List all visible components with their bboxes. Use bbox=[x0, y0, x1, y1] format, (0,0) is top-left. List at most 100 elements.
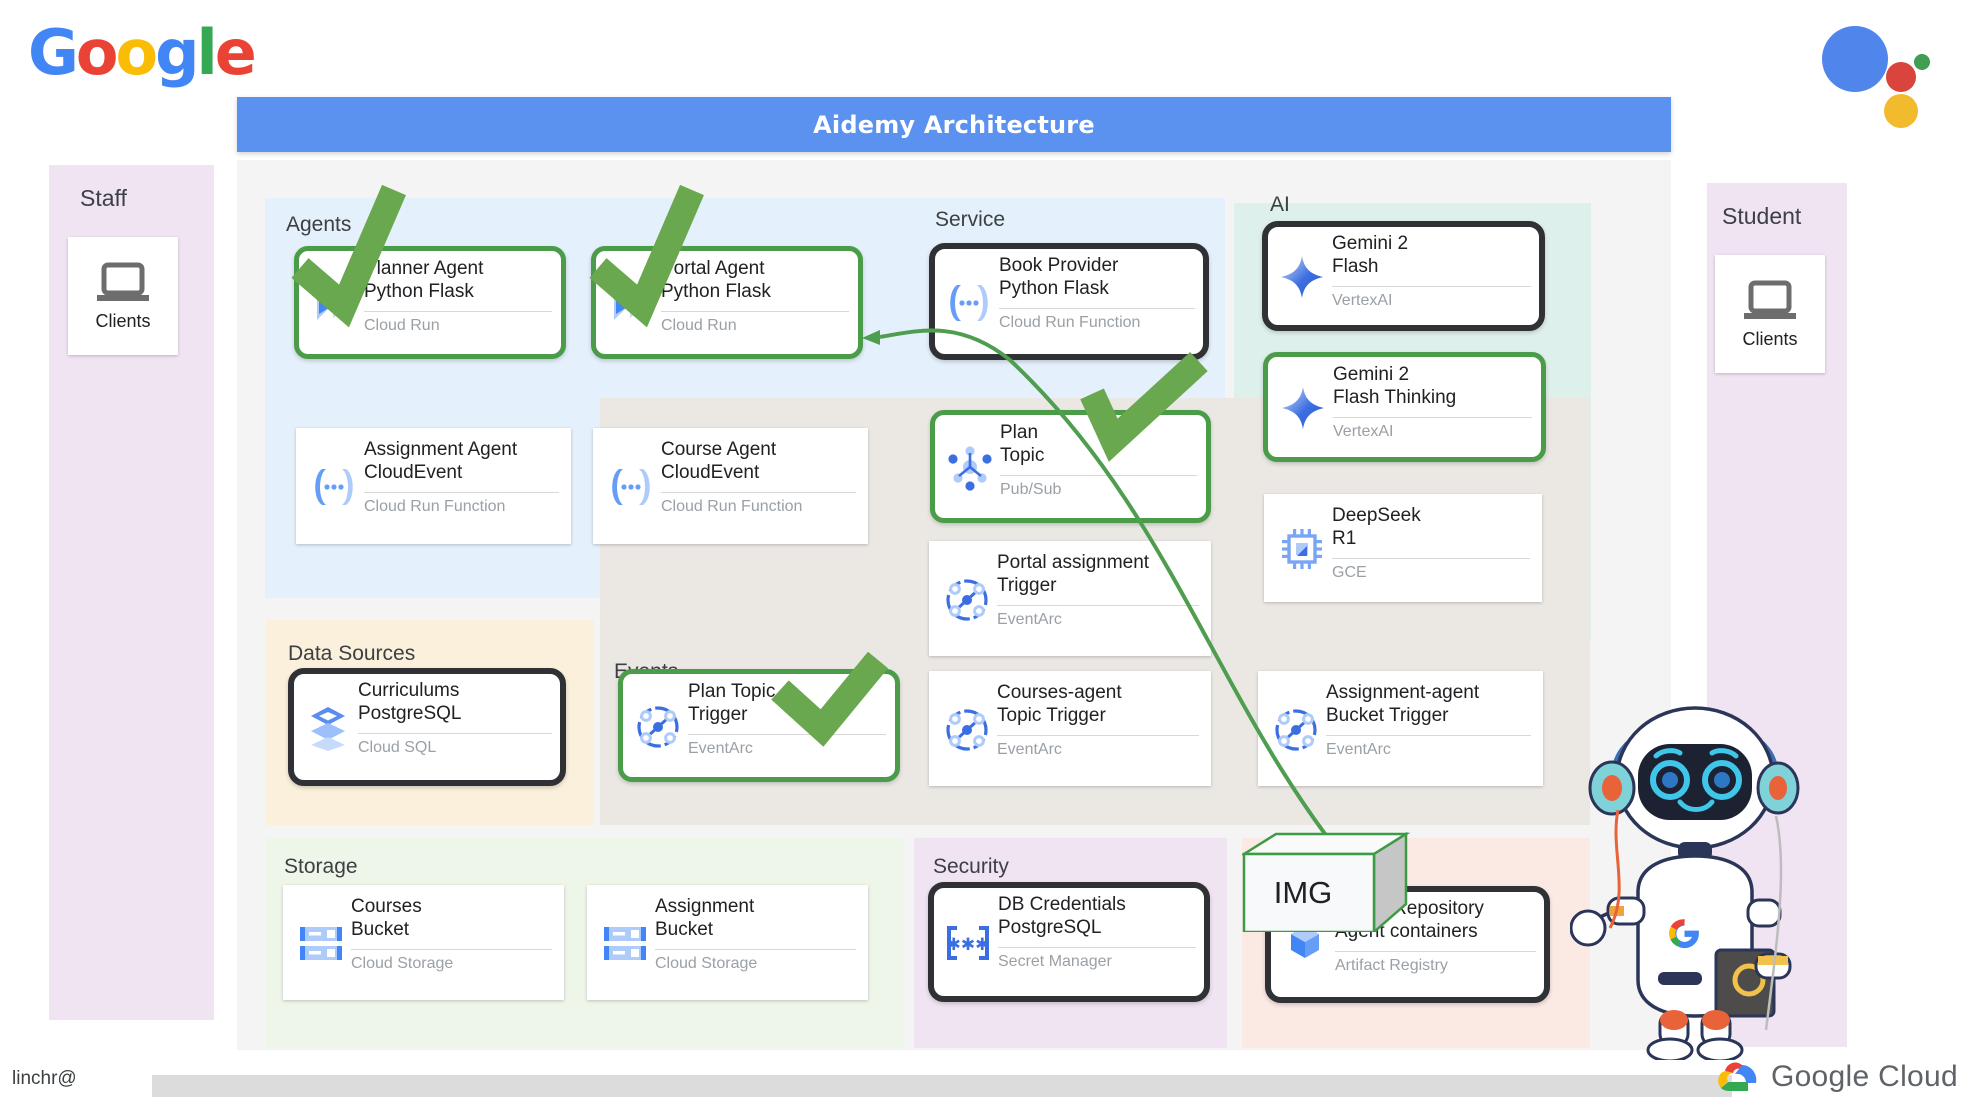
img-cube-label: IMG bbox=[1273, 875, 1333, 910]
security-group-title: Security bbox=[933, 855, 1009, 878]
card-assignment-agent-bucket-trigger[interactable]: Assignment-agent Bucket Trigger EventArc bbox=[1258, 671, 1543, 786]
card-book-provider[interactable]: Book Provider Python Flask Cloud Run Fun… bbox=[929, 243, 1209, 360]
card-courses-bucket[interactable]: Courses Bucket Cloud Storage bbox=[283, 885, 564, 1000]
card-subtitle: Cloud Run Function bbox=[661, 497, 803, 515]
card-subtitle: Cloud Run bbox=[661, 316, 737, 334]
card-title-line1: Assignment Agent bbox=[364, 439, 518, 460]
card-divider bbox=[661, 310, 849, 312]
card-db-credentials[interactable]: ✱✱✱ DB Credentials PostgreSQL Secret Man… bbox=[928, 882, 1210, 1002]
staff-clients-label: Clients bbox=[95, 310, 151, 331]
card-planner-agent[interactable]: Planner Agent Python Flask Cloud Run bbox=[294, 246, 566, 359]
card-title-line2: Python Flask bbox=[364, 281, 474, 303]
card-title-line1: Plan bbox=[1000, 422, 1039, 443]
card-divider bbox=[1332, 285, 1531, 287]
google-logo-letter-o1: o bbox=[75, 16, 119, 89]
eventarc-icon bbox=[632, 703, 684, 751]
card-title-line1: Planner Agent bbox=[364, 258, 484, 279]
storage-group-title: Storage bbox=[284, 855, 358, 878]
card-curriculums-postgresql[interactable]: Curriculums PostgreSQL Cloud SQL bbox=[288, 668, 566, 786]
laptop-icon bbox=[1744, 280, 1796, 319]
card-subtitle: EventArc bbox=[997, 610, 1062, 628]
student-clients-card[interactable]: Clients bbox=[1715, 255, 1825, 373]
card-subtitle: EventArc bbox=[997, 740, 1062, 758]
card-title-line2: Trigger bbox=[688, 704, 748, 726]
card-divider bbox=[1326, 734, 1531, 736]
google-logo-letter-o2: o bbox=[115, 16, 159, 89]
google-cloud-logo: Google Cloud bbox=[1715, 1058, 1958, 1096]
card-divider bbox=[997, 734, 1199, 736]
robot-mascot-illustration bbox=[1569, 660, 1820, 1063]
google-logo: Google bbox=[28, 22, 257, 84]
card-subtitle: Cloud Storage bbox=[655, 954, 758, 972]
card-title-line2: Bucket Trigger bbox=[1326, 705, 1449, 727]
card-subtitle: Cloud SQL bbox=[358, 738, 437, 756]
card-title-line2: Flash Thinking bbox=[1333, 387, 1457, 409]
card-title-line2: Topic Trigger bbox=[997, 705, 1106, 727]
google-assistant-dots-icon bbox=[1822, 14, 1962, 134]
card-subtitle: Artifact Registry bbox=[1335, 956, 1448, 974]
footer-progress-bar bbox=[152, 1075, 1732, 1097]
card-title-line1: Curriculums bbox=[358, 680, 460, 701]
card-portal-assignment-trigger[interactable]: Portal assignment Trigger EventArc bbox=[929, 541, 1211, 656]
card-course-agent[interactable]: Course Agent CloudEvent Cloud Run Functi… bbox=[593, 428, 868, 544]
card-plan-topic-trigger[interactable]: Plan Topic Trigger EventArc bbox=[618, 669, 900, 782]
agents-group-title: Agents bbox=[286, 213, 352, 236]
card-title-line1: Assignment-agent bbox=[1326, 682, 1480, 703]
card-divider bbox=[999, 307, 1195, 309]
card-title-line2: PostgreSQL bbox=[998, 917, 1102, 939]
card-divider bbox=[1333, 416, 1532, 418]
assistant-dot-yellow bbox=[1884, 94, 1918, 128]
secret-manager-icon: ✱✱✱ bbox=[942, 923, 994, 963]
cloud-function-icon bbox=[943, 282, 995, 324]
card-deepseek-r1[interactable]: DeepSeek R1 GCE bbox=[1264, 494, 1542, 602]
staff-clients-card[interactable]: Clients bbox=[68, 237, 178, 355]
svg-text:✱✱✱: ✱✱✱ bbox=[947, 935, 990, 955]
card-gemini-2-flash-thinking[interactable]: Gemini 2 Flash Thinking VertexAI bbox=[1263, 352, 1546, 462]
card-assignment-bucket[interactable]: Assignment Bucket Cloud Storage bbox=[587, 885, 868, 1000]
gemini-sparkle-icon bbox=[1276, 254, 1328, 300]
card-title-line2: Bucket bbox=[655, 919, 714, 941]
eventarc-icon bbox=[1270, 706, 1322, 754]
card-title-line1: Gemini 2 bbox=[1332, 233, 1409, 254]
card-title-line2: Python Flask bbox=[661, 281, 771, 303]
card-subtitle: Cloud Run bbox=[364, 316, 440, 334]
img-cube-overlay: IMG bbox=[1239, 831, 1411, 935]
card-divider bbox=[364, 491, 559, 493]
card-subtitle: EventArc bbox=[1326, 740, 1391, 758]
card-title-line1: Gemini 2 bbox=[1333, 364, 1410, 385]
cloud-function-icon bbox=[605, 466, 657, 508]
card-title-line1: Portal assignment bbox=[997, 552, 1150, 573]
cloud-sql-icon bbox=[302, 704, 354, 752]
card-title-line1: Assignment bbox=[655, 896, 755, 917]
card-subtitle: Secret Manager bbox=[998, 952, 1112, 970]
card-title-line1: Plan Topic bbox=[688, 681, 776, 702]
google-logo-letter-g1: G bbox=[28, 16, 79, 89]
cloud-storage-icon bbox=[599, 922, 651, 966]
cloud-run-icon bbox=[308, 284, 360, 324]
architecture-title-banner: Aidemy Architecture bbox=[237, 97, 1671, 152]
cpu-chip-icon bbox=[1276, 527, 1328, 571]
card-divider bbox=[661, 491, 856, 493]
card-title-line1: Book Provider bbox=[999, 255, 1119, 276]
card-gemini-2-flash[interactable]: Gemini 2 Flash VertexAI bbox=[1262, 221, 1545, 331]
gemini-sparkle-icon bbox=[1277, 385, 1329, 431]
card-subtitle: GCE bbox=[1332, 563, 1367, 581]
ai-group-title: AI bbox=[1270, 193, 1290, 216]
card-subtitle: Cloud Run Function bbox=[364, 497, 506, 515]
card-plan-topic[interactable]: Plan Topic Pub/Sub bbox=[930, 410, 1211, 523]
card-assignment-agent[interactable]: Assignment Agent CloudEvent Cloud Run Fu… bbox=[296, 428, 571, 544]
assistant-dot-blue bbox=[1822, 26, 1888, 92]
laptop-icon bbox=[97, 262, 149, 301]
card-portal-agent[interactable]: Portal Agent Python Flask Cloud Run bbox=[591, 246, 863, 359]
footer-username: linchr@ bbox=[12, 1068, 77, 1089]
data-sources-group-title: Data Sources bbox=[288, 642, 416, 665]
card-subtitle: EventArc bbox=[688, 739, 753, 757]
eventarc-icon bbox=[941, 706, 993, 754]
card-title-line1: DeepSeek bbox=[1332, 505, 1421, 526]
card-title-line1: Course Agent bbox=[661, 439, 777, 460]
card-courses-agent-topic-trigger[interactable]: Courses-agent Topic Trigger EventArc bbox=[929, 671, 1211, 786]
card-subtitle: Cloud Storage bbox=[351, 954, 454, 972]
card-divider bbox=[358, 732, 552, 734]
card-title-line1: Courses-agent bbox=[997, 682, 1122, 703]
assistant-dot-red bbox=[1886, 62, 1916, 92]
